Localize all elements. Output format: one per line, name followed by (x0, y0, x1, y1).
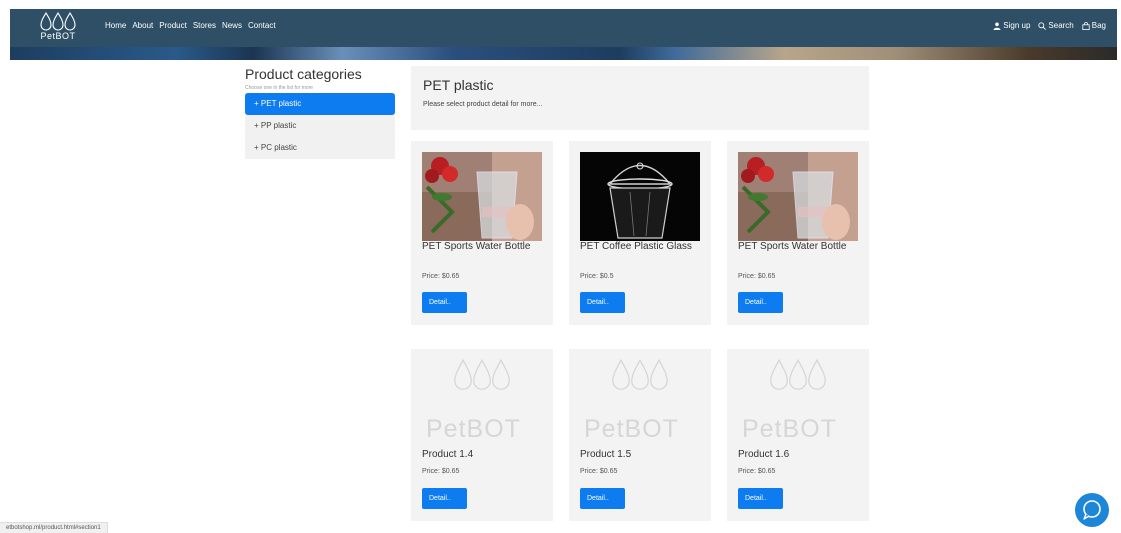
product-price: Price: $0.65 (580, 468, 618, 475)
category-pp-plastic[interactable]: + PP plastic (245, 115, 395, 137)
placeholder-brand: PetBOT (742, 415, 837, 443)
product-price: Price: $0.65 (738, 273, 776, 280)
product-name: PET Sports Water Bottle (422, 241, 531, 252)
product-price: Price: $0.5 (580, 273, 614, 280)
product-price: Price: $0.65 (738, 468, 776, 475)
water-drops-icon (40, 11, 76, 31)
category-pet-plastic[interactable]: + PET plastic (245, 93, 395, 115)
petbot-logo[interactable]: PetBOT (36, 11, 80, 45)
product-image[interactable] (422, 152, 542, 241)
top-navbar: PetBOT Home About Product Stores News Co… (10, 9, 1117, 47)
user-icon (993, 22, 1001, 30)
product-card: PET Coffee Plastic Glass Price: $0.5 Det… (569, 141, 711, 325)
product-image[interactable]: PetBOT (738, 357, 858, 452)
detail-button[interactable]: Detail.. (580, 488, 625, 509)
product-card: PetBOT Product 1.6 Price: $0.65 Detail.. (727, 349, 869, 521)
petbot-logo-placeholder-icon (422, 357, 542, 417)
product-price: Price: $0.65 (422, 468, 460, 475)
product-name: Product 1.5 (580, 449, 632, 460)
petbot-logo-placeholder-icon (580, 357, 700, 417)
nav-product[interactable]: Product (159, 21, 187, 30)
product-name: PET Coffee Plastic Glass (580, 241, 692, 252)
chat-button[interactable] (1075, 493, 1109, 527)
search-icon (1038, 21, 1047, 30)
detail-button[interactable]: Detail.. (580, 292, 625, 313)
category-title: PET plastic (423, 77, 494, 93)
sidebar-hint: Choose one in the list for more (245, 85, 314, 91)
search-label: Search (1048, 21, 1074, 30)
detail-button[interactable]: Detail.. (738, 292, 783, 313)
detail-button[interactable]: Detail.. (422, 292, 467, 313)
product-card: PET Sports Water Bottle Price: $0.65 Det… (727, 141, 869, 325)
nav-home[interactable]: Home (105, 21, 126, 30)
product-image[interactable]: PetBOT (580, 357, 700, 452)
product-image[interactable]: PetBOT (422, 357, 542, 452)
sidebar-title: Product categories (245, 66, 362, 82)
petbot-logo-placeholder-icon (738, 357, 858, 417)
bag-icon (1082, 21, 1090, 30)
header-banner-image (10, 47, 1117, 60)
detail-button[interactable]: Detail.. (422, 488, 467, 509)
nav-news[interactable]: News (222, 21, 242, 30)
detail-button[interactable]: Detail.. (738, 488, 783, 509)
product-card: PetBOT Product 1.5 Price: $0.65 Detail.. (569, 349, 711, 521)
product-name: PET Sports Water Bottle (738, 241, 847, 252)
product-name: Product 1.6 (738, 449, 790, 460)
category-sidebar: Product categories Choose one in the lis… (245, 66, 395, 159)
search-link[interactable]: Search (1038, 21, 1074, 30)
product-name: Product 1.4 (422, 449, 474, 460)
bag-link[interactable]: Bag (1082, 21, 1106, 30)
category-header: PET plastic Please select product detail… (411, 66, 869, 130)
product-price: Price: $0.65 (422, 273, 460, 280)
chat-bubble-icon (1083, 500, 1101, 520)
signup-link[interactable]: Sign up (993, 21, 1030, 30)
status-bar-url: etbotshop.ml/product.html#section1 (0, 522, 108, 533)
main-nav: Home About Product Stores News Contact (105, 21, 276, 30)
brand-name: PetBOT (40, 31, 76, 41)
placeholder-brand: PetBOT (426, 415, 521, 443)
product-card: PET Sports Water Bottle Price: $0.65 Det… (411, 141, 553, 325)
nav-contact[interactable]: Contact (248, 21, 276, 30)
nav-actions: Sign up Search Bag (993, 21, 1106, 30)
signup-label: Sign up (1003, 21, 1031, 30)
placeholder-brand: PetBOT (584, 415, 679, 443)
nav-stores[interactable]: Stores (193, 21, 216, 30)
product-image[interactable] (738, 152, 858, 241)
bag-label: Bag (1091, 21, 1106, 30)
product-card: PetBOT Product 1.4 Price: $0.65 Detail.. (411, 349, 553, 521)
category-pc-plastic[interactable]: + PC plastic (245, 137, 395, 159)
product-image[interactable] (580, 152, 700, 241)
category-list: + PET plastic + PP plastic + PC plastic (245, 93, 395, 159)
nav-about[interactable]: About (132, 21, 153, 30)
category-subtitle: Please select product detail for more... (423, 101, 543, 108)
